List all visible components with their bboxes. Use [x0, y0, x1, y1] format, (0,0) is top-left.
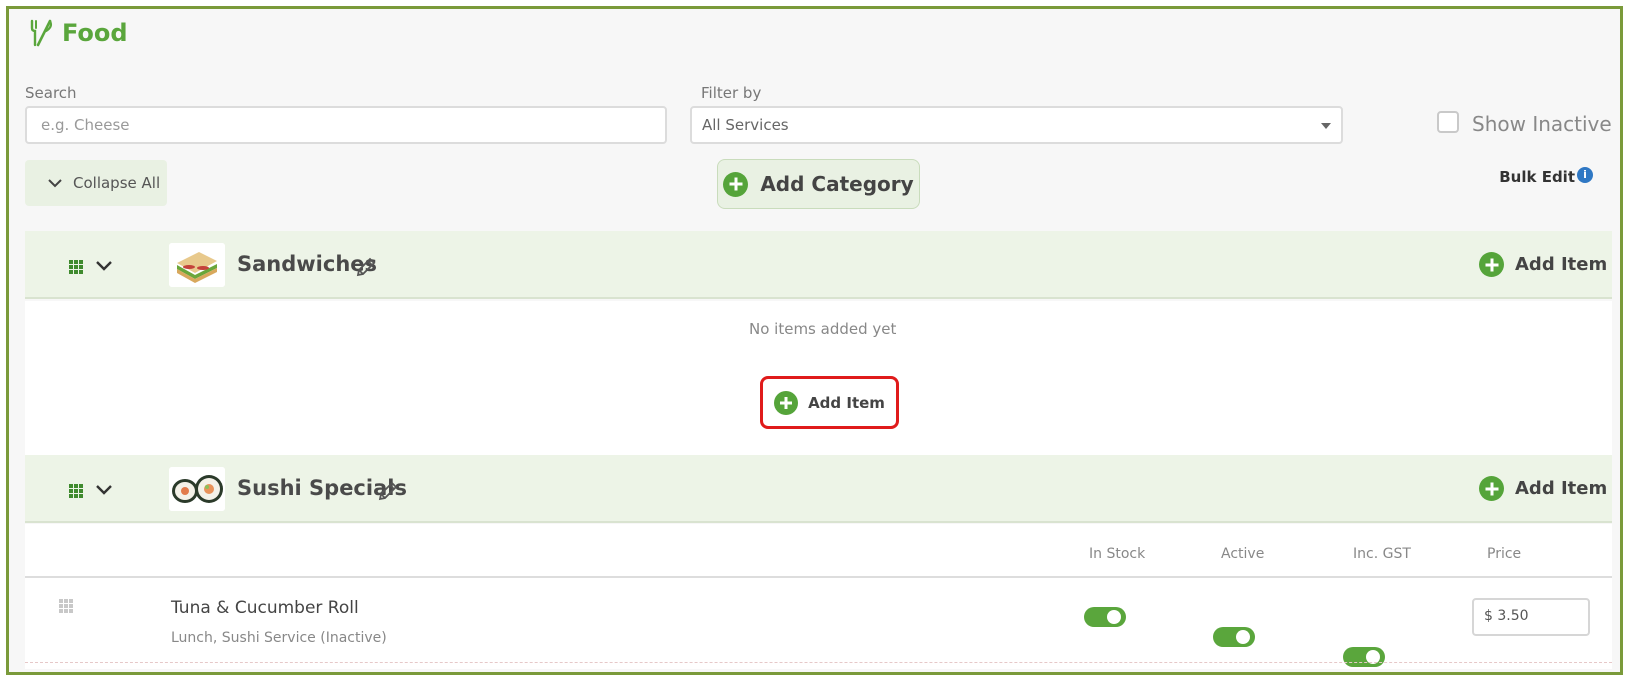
in-stock-toggle[interactable]	[1084, 607, 1126, 627]
search-label: Search	[25, 84, 77, 102]
column-header-inc-gst: Inc. GST	[1353, 546, 1411, 562]
search-input[interactable]: e.g. Cheese	[25, 106, 667, 144]
collapse-all-label: Collapse All	[73, 174, 161, 192]
active-toggle[interactable]	[1213, 627, 1255, 647]
chevron-down-icon[interactable]	[95, 483, 113, 497]
table-header-divider	[25, 576, 1612, 578]
column-header-in-stock: In Stock	[1089, 546, 1146, 562]
empty-state-text: No items added yet	[749, 320, 897, 338]
column-header-price: Price	[1487, 546, 1522, 562]
filter-select[interactable]: All Services	[690, 106, 1343, 144]
plus-circle-icon	[1479, 476, 1504, 501]
fork-knife-icon	[30, 19, 52, 47]
drag-handle-icon[interactable]	[59, 599, 73, 613]
bulk-edit-button[interactable]: Bulk Edit	[1499, 168, 1575, 186]
add-category-label: Add Category	[760, 172, 914, 196]
show-inactive-label[interactable]: Show Inactive	[1472, 112, 1612, 136]
column-header-active: Active	[1221, 546, 1265, 562]
sushi-image	[169, 467, 225, 511]
chevron-down-icon	[1321, 123, 1331, 129]
add-item-label: Add Item	[1515, 254, 1608, 275]
pencil-edit-icon[interactable]	[376, 479, 400, 503]
row-divider	[25, 662, 1612, 663]
add-item-header-button[interactable]: Add Item	[1479, 476, 1607, 501]
add-category-button[interactable]: Add Category	[717, 159, 920, 209]
plus-circle-icon	[1479, 252, 1504, 277]
chevron-down-icon[interactable]	[95, 259, 113, 273]
page-header: Food	[26, 18, 128, 48]
add-item-button[interactable]: Add Item	[760, 376, 899, 429]
sushi-thumbnail	[169, 467, 225, 511]
info-icon[interactable]: i	[1577, 167, 1593, 183]
item-name[interactable]: Tuna & Cucumber Roll	[171, 598, 359, 618]
chevron-down-icon	[48, 179, 62, 188]
page-title: Food	[62, 19, 128, 47]
inc-gst-toggle[interactable]	[1343, 647, 1385, 667]
show-inactive-checkbox[interactable]	[1437, 111, 1459, 133]
plus-circle-icon	[774, 390, 799, 415]
add-item-label: Add Item	[1515, 478, 1608, 499]
sandwich-thumbnail	[169, 243, 225, 287]
item-services: Lunch, Sushi Service (Inactive)	[171, 630, 387, 646]
filter-label: Filter by	[701, 84, 762, 102]
drag-handle-icon[interactable]	[69, 260, 83, 274]
filter-selected-value: All Services	[702, 116, 789, 134]
price-input[interactable]: $ 3.50	[1472, 598, 1590, 636]
drag-handle-icon[interactable]	[69, 484, 83, 498]
add-item-header-button[interactable]: Add Item	[1479, 252, 1607, 277]
collapse-all-button[interactable]: Collapse All	[25, 160, 167, 206]
plus-circle-icon	[723, 171, 749, 197]
sandwich-image	[169, 243, 225, 287]
add-item-label: Add Item	[808, 393, 885, 412]
pencil-edit-icon[interactable]	[354, 255, 378, 279]
